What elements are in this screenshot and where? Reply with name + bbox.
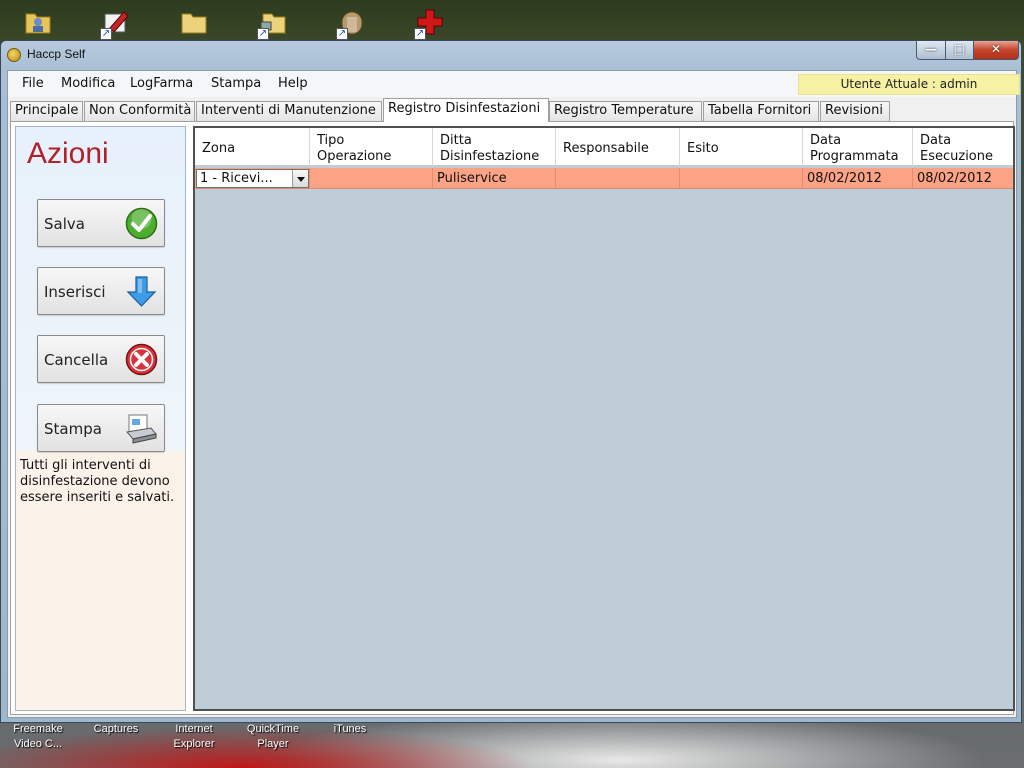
desktop-label-freemake[interactable]: Freemake Video C... <box>2 722 74 752</box>
desktop-label-itunes[interactable]: iTunes <box>314 722 386 737</box>
actions-panel: Azioni Salva Inserisci Cancella Stampa T… <box>15 126 186 711</box>
print-button[interactable]: Stampa <box>37 404 165 452</box>
window-title: Haccp Self <box>27 47 86 61</box>
cell-tipo-operazione[interactable] <box>310 168 433 189</box>
actions-note: Tutti gli interventi di disinfestazione … <box>20 458 175 505</box>
menu-stampa[interactable]: Stampa <box>209 76 263 91</box>
close-button[interactable]: ✕ <box>973 41 1019 60</box>
delete-x-icon <box>125 343 158 376</box>
checkmark-icon <box>125 207 158 240</box>
tab-panel: Azioni Salva Inserisci Cancella Stampa T… <box>10 121 1015 715</box>
tab-revisioni[interactable]: Revisioni <box>820 101 890 122</box>
current-user-banner: Utente Attuale : admin <box>798 74 1020 95</box>
edit-app-icon[interactable]: ↗ <box>98 4 138 40</box>
menu-bar: File Modifica LogFarma Stampa Help Utent… <box>8 71 1020 97</box>
tab-non-conformita[interactable]: Non Conformità <box>84 101 195 122</box>
app-window: Haccp Self — □ ✕ File Modifica LogFarma … <box>0 40 1022 723</box>
print-button-label: Stampa <box>44 420 102 438</box>
cell-data-programmata[interactable]: 08/02/2012 <box>803 168 913 189</box>
insert-button[interactable]: Inserisci <box>37 267 165 315</box>
folder-icon[interactable] <box>176 4 216 40</box>
menu-modifica[interactable]: Modifica <box>59 76 117 91</box>
menu-logfarma[interactable]: LogFarma <box>128 76 195 91</box>
column-header-data-programmata[interactable]: Data Programmata <box>803 128 913 166</box>
save-button[interactable]: Salva <box>37 199 165 247</box>
tab-tabella-fornitori[interactable]: Tabella Fornitori <box>703 101 819 122</box>
arrow-down-icon <box>126 276 157 307</box>
tab-registro-temperature[interactable]: Registro Temperature <box>549 101 702 122</box>
cell-esito[interactable] <box>680 168 803 189</box>
printer-icon <box>126 414 157 444</box>
column-header-responsabile[interactable]: Responsabile <box>556 128 680 166</box>
table-row[interactable]: 1 - Ricevi... Puliservice 08/02/2012 08/… <box>195 168 1013 189</box>
desktop-label-internet-explorer[interactable]: Internet Explorer <box>158 722 230 752</box>
column-header-data-esecuzione[interactable]: Data Esecuzione <box>913 128 1013 166</box>
minimize-icon: — <box>925 42 937 56</box>
app-icon <box>7 48 21 62</box>
cell-responsabile[interactable] <box>556 168 680 189</box>
user-folder-icon[interactable] <box>20 4 60 40</box>
maximize-icon: □ <box>953 42 966 56</box>
grid-header: Zona Tipo Operazione Ditta Disinfestazione… <box>195 128 1013 166</box>
column-header-zona[interactable]: Zona <box>195 128 310 166</box>
title-bar[interactable]: Haccp Self — □ ✕ <box>1 41 1021 69</box>
zona-select-value: 1 - Ricevi... <box>200 171 273 186</box>
tab-principale[interactable]: Principale <box>10 101 83 122</box>
tab-registro-disinfestazioni[interactable]: Registro Disinfestazioni <box>383 98 549 122</box>
archive-shortcut-icon[interactable]: ↗ <box>334 4 374 40</box>
column-header-esito[interactable]: Esito <box>680 128 803 166</box>
desktop-label-captures[interactable]: Captures <box>80 722 152 737</box>
cell-data-esecuzione[interactable]: 08/02/2012 <box>913 168 1013 189</box>
delete-button[interactable]: Cancella <box>37 335 165 383</box>
actions-title: Azioni <box>27 137 109 170</box>
tab-strip: Principale Non Conformità Interventi di … <box>8 98 1016 122</box>
menu-file[interactable]: File <box>20 76 46 91</box>
disinfestation-grid: Zona Tipo Operazione Ditta Disinfestazione… <box>193 126 1015 711</box>
cell-ditta[interactable]: Puliservice <box>433 168 556 189</box>
tab-interventi-manutenzione[interactable]: Interventi di Manutenzione <box>196 101 382 122</box>
client-area: File Modifica LogFarma Stampa Help Utent… <box>7 70 1020 718</box>
desktop-label-quicktime[interactable]: QuickTime Player <box>237 722 309 752</box>
folder-shortcut-icon[interactable]: ↗ <box>255 4 295 40</box>
maximize-button[interactable]: □ <box>945 41 974 60</box>
chevron-down-icon[interactable] <box>292 170 308 187</box>
save-button-label: Salva <box>44 215 85 233</box>
minimize-button[interactable]: — <box>916 41 946 60</box>
close-icon: ✕ <box>990 42 1002 56</box>
zona-select[interactable]: 1 - Ricevi... <box>196 169 309 188</box>
insert-button-label: Inserisci <box>44 283 106 301</box>
column-header-ditta-disinfestazione[interactable]: Ditta Disinfestazione <box>433 128 556 166</box>
delete-button-label: Cancella <box>44 351 109 369</box>
column-header-tipo-operazione[interactable]: Tipo Operazione <box>310 128 433 166</box>
menu-help[interactable]: Help <box>276 76 310 91</box>
cell-zona: 1 - Ricevi... <box>195 168 310 189</box>
red-cross-shortcut-icon[interactable]: ↗ <box>412 4 452 40</box>
